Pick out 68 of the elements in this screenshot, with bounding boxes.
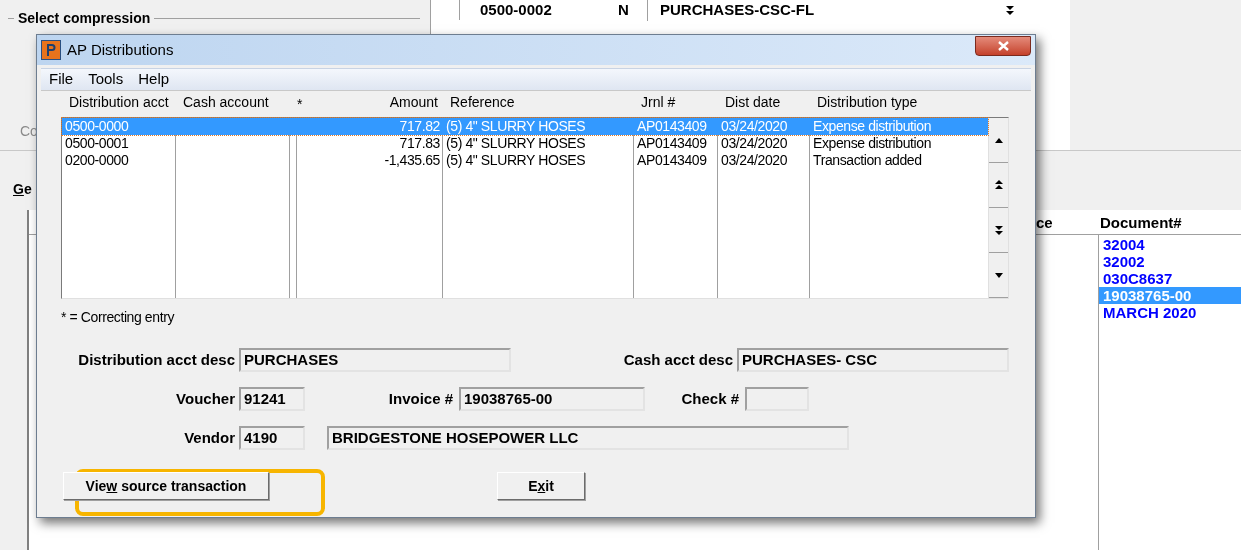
column-header: ce xyxy=(1036,212,1054,233)
list-row[interactable]: 0500-0001 717.83 (5) 4" SLURRY HOSES AP0143409 03/24/2020 Expense distribution xyxy=(62,135,988,152)
text-field[interactable]: 4190 xyxy=(239,426,305,450)
column-header: * xyxy=(296,95,304,114)
list-cell-text: 03/24/2020 xyxy=(720,152,789,169)
legend-note: * = Correcting entry xyxy=(61,308,174,327)
list-row[interactable]: 0200-0000 -1,435.65 (5) 4" SLURRY HOSES AP0143409 03/24/2020 Transaction added xyxy=(62,152,988,169)
list-cell-text: -1,435.65 xyxy=(383,152,441,169)
text-field[interactable]: 91241 xyxy=(239,387,305,411)
app-icon xyxy=(41,40,61,60)
text-field[interactable]: PURCHASES- CSC xyxy=(737,348,1009,372)
column-header: Distribution acct xyxy=(68,93,170,112)
text-field[interactable]: 19038765-00 xyxy=(459,387,645,411)
scrollbar[interactable] xyxy=(988,118,1008,298)
scroll-down-icon[interactable] xyxy=(994,272,1003,278)
column-header: Dist date xyxy=(724,93,782,112)
list-cell-text: AP0143409 xyxy=(636,135,708,152)
list-cell-text: 03/24/2020 xyxy=(720,118,789,135)
list-cell-text: Transaction added xyxy=(812,152,923,169)
column-header: Amount xyxy=(388,93,439,112)
list-cell-text: Expense distribution xyxy=(812,118,933,135)
close-icon xyxy=(997,41,1009,51)
account-cell-text: 0500-0002 xyxy=(479,0,553,20)
tab-label[interactable]: Ge xyxy=(13,181,32,197)
close-button[interactable] xyxy=(975,36,1031,56)
field-label: Vendor xyxy=(183,427,235,448)
document-row[interactable]: MARCH 2020 xyxy=(1099,304,1241,321)
page-up-icon[interactable] xyxy=(994,180,1003,190)
field-label: Invoice # xyxy=(387,388,453,409)
list-cell-text: 0500-0001 xyxy=(64,135,130,152)
field-label: Voucher xyxy=(175,388,235,409)
document-row[interactable]: 32004 xyxy=(1099,236,1241,253)
text-field[interactable] xyxy=(745,387,809,411)
list-cell-text: Expense distribution xyxy=(812,135,933,152)
document-row[interactable]: 32002 xyxy=(1099,253,1241,270)
column-header: Jrnl # xyxy=(640,93,677,112)
scroll-down-icon[interactable] xyxy=(1006,5,1014,15)
list-cell-text: 03/24/2020 xyxy=(720,135,789,152)
column-header: Document# xyxy=(1099,212,1182,233)
list-cell-text: (5) 4" SLURRY HOSES xyxy=(445,118,587,135)
column-header: Reference xyxy=(449,93,516,112)
document-row[interactable]: 030C8637 xyxy=(1099,270,1241,287)
list-cell-text: (5) 4" SLURRY HOSES xyxy=(445,152,587,169)
menu-item[interactable]: Tools xyxy=(88,68,124,91)
list-cell-text: 717.83 xyxy=(398,135,441,152)
list-cell-text: AP0143409 xyxy=(636,118,708,135)
view-source-button[interactable]: View source transaction xyxy=(63,472,269,500)
column-header: Distribution type xyxy=(816,93,919,112)
list-cell-text: 0500-0000 xyxy=(64,118,130,135)
exit-button[interactable]: Exit xyxy=(497,472,585,500)
column-header: Cash account xyxy=(182,93,270,112)
field-label: Distribution acct desc xyxy=(77,349,235,370)
menu-item[interactable]: File xyxy=(49,68,74,91)
text-field[interactable]: PURCHASES xyxy=(239,348,511,372)
description-cell-text: PURCHASES-CSC-FL xyxy=(659,0,816,20)
menu-item[interactable]: Help xyxy=(138,68,170,91)
list-cell-text: 717.82 xyxy=(398,118,441,135)
field-label: Cash acct desc xyxy=(622,349,733,370)
field-label: Check # xyxy=(680,388,739,409)
group-title: Select compression xyxy=(18,9,151,28)
window-title: AP Distributions xyxy=(67,39,174,60)
page-down-icon[interactable] xyxy=(994,225,1003,235)
list-cell-text: AP0143409 xyxy=(636,152,708,169)
list-cell-text: 0200-0000 xyxy=(64,152,130,169)
scroll-up-icon[interactable] xyxy=(994,137,1003,143)
text-field[interactable]: BRIDGESTONE HOSEPOWER LLC xyxy=(327,426,849,450)
list-cell-text: (5) 4" SLURRY HOSES xyxy=(445,135,587,152)
flag-cell: N xyxy=(604,0,648,22)
